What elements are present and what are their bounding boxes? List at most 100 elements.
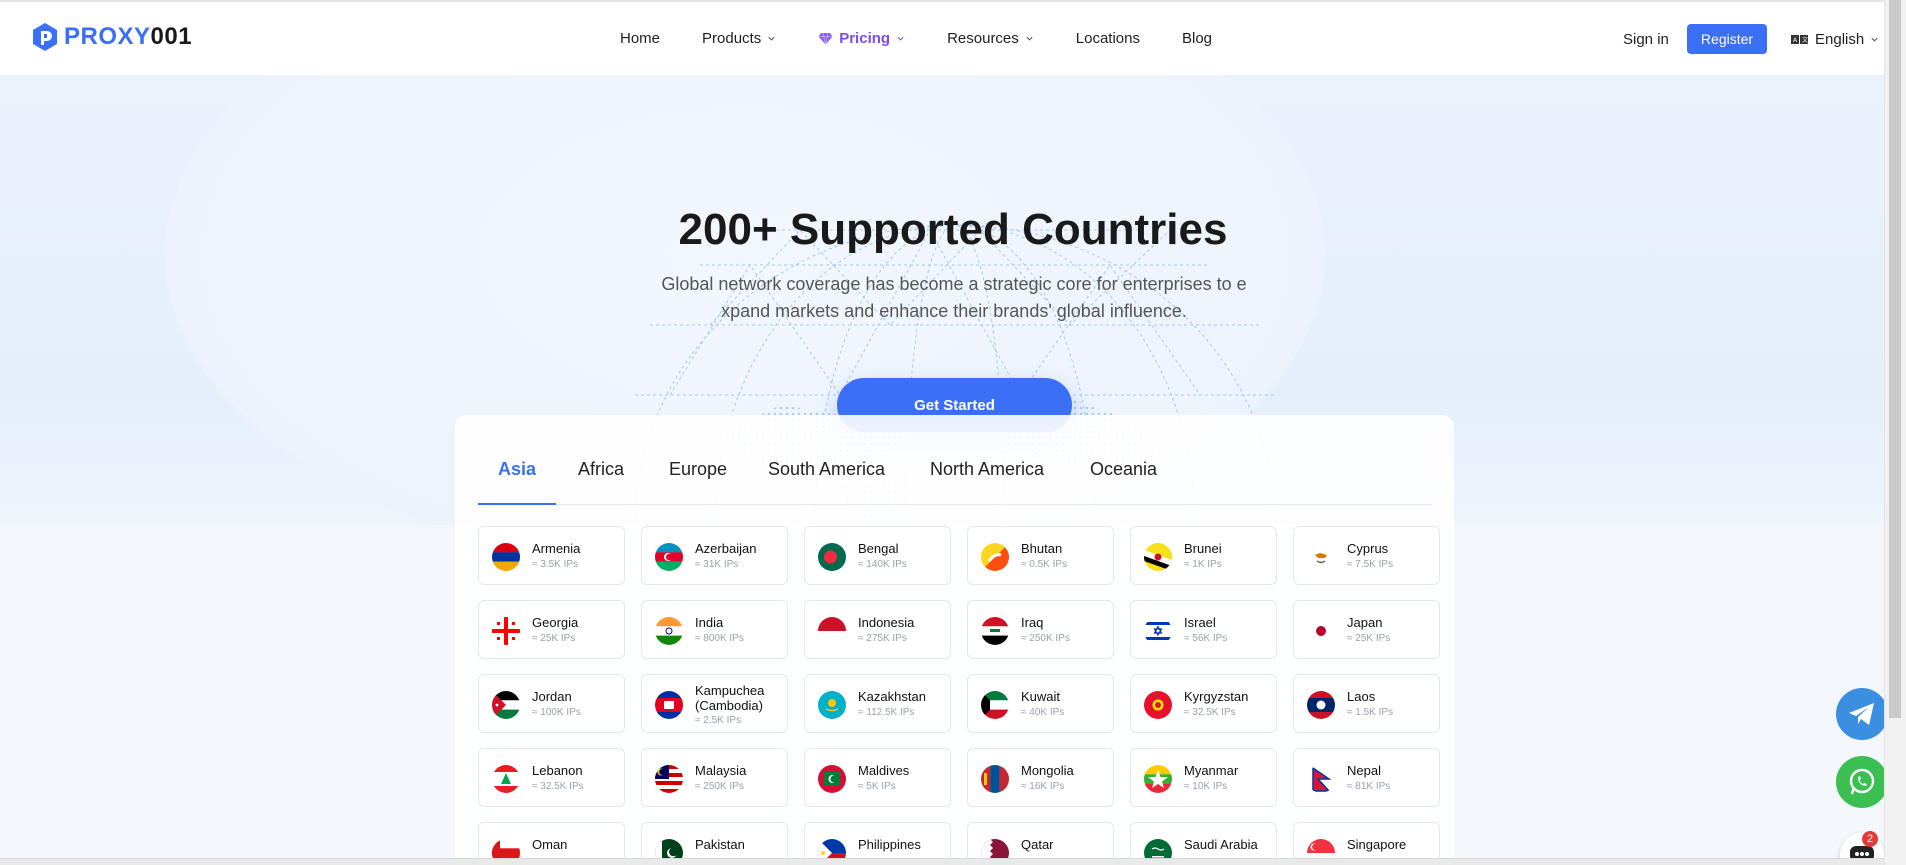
country-name: Nepal	[1347, 763, 1381, 778]
nav-pricing[interactable]: Pricing	[818, 30, 905, 47]
country-card-cyprus[interactable]: Cyprus ≈ 7.5K IPs	[1293, 526, 1440, 585]
country-card-kuwait[interactable]: Kuwait ≈ 40K IPs	[967, 674, 1114, 733]
country-card-kazakhstan[interactable]: Kazakhstan ≈ 112.5K IPs	[804, 674, 951, 733]
country-name: Philippines	[858, 837, 921, 852]
tab-asia[interactable]: Asia	[498, 459, 536, 480]
country-ip-count: ≈ 250K IPs	[1021, 633, 1070, 644]
country-name: Qatar	[1021, 837, 1054, 852]
country-ip-count: ≈ 250K IPs	[695, 781, 744, 792]
country-card-malaysia[interactable]: Malaysia ≈ 250K IPs	[641, 748, 788, 807]
country-ip-count: ≈ 3.5K IPs	[532, 559, 579, 570]
country-ip-count: ≈ 800K IPs	[695, 633, 744, 644]
malaysia-flag-icon	[655, 765, 683, 793]
country-card-azerbaijan[interactable]: Azerbaijan ≈ 31K IPs	[641, 526, 788, 585]
country-card-kyrgyzstan[interactable]: Kyrgyzstan ≈ 32.5K IPs	[1130, 674, 1277, 733]
main-nav: Home Products Pricing Resources Location…	[620, 30, 1254, 47]
country-card-laos[interactable]: Laos ≈ 1.5K IPs	[1293, 674, 1440, 733]
azerbaijan-flag-icon	[655, 543, 683, 571]
logo-icon	[33, 23, 57, 51]
tab-south-america[interactable]: South America	[768, 459, 885, 480]
country-card-mongolia[interactable]: Mongolia ≈ 16K IPs	[967, 748, 1114, 807]
lebanon-flag-icon	[492, 765, 520, 793]
whatsapp-button[interactable]	[1836, 756, 1888, 808]
country-card-jordan[interactable]: Jordan ≈ 100K IPs	[478, 674, 625, 733]
country-ip-count: ≈ 16K IPs	[1021, 781, 1065, 792]
country-card-maldives[interactable]: Maldives ≈ 5K IPs	[804, 748, 951, 807]
country-name: Mongolia	[1021, 763, 1074, 778]
country-name: Myanmar	[1184, 763, 1239, 778]
country-ip-count: ≈ 2.5K IPs	[695, 715, 742, 726]
country-name: India	[695, 615, 724, 630]
country-ip-count: ≈ 32.5K IPs	[1184, 707, 1236, 718]
brand-logo[interactable]: PROXY001	[32, 22, 192, 52]
chevron-down-icon	[1026, 36, 1033, 41]
diamond-icon	[818, 32, 833, 45]
israel-flag-icon	[1144, 617, 1172, 645]
countries-panel: Asia Africa Europe South America North A…	[455, 415, 1454, 865]
tab-europe[interactable]: Europe	[669, 459, 727, 480]
country-ip-count: ≈ 1K IPs	[1184, 559, 1222, 570]
india-flag-icon	[655, 617, 683, 645]
chevron-down-icon	[897, 36, 904, 41]
nav-blog[interactable]: Blog	[1182, 30, 1212, 47]
country-name: Malaysia	[695, 763, 747, 778]
jordan-flag-icon	[492, 691, 520, 719]
bangladesh-flag-icon	[818, 543, 846, 571]
country-name: Iraq	[1021, 615, 1044, 630]
sign-in-link[interactable]: Sign in	[1623, 31, 1669, 48]
country-name: Georgia	[532, 615, 579, 630]
country-card-bengal[interactable]: Bengal ≈ 140K IPs	[804, 526, 951, 585]
country-name: Lebanon	[532, 763, 583, 778]
country-ip-count: ≈ 112.5K IPs	[858, 707, 915, 718]
country-card-brunei[interactable]: Brunei ≈ 1K IPs	[1130, 526, 1277, 585]
country-name: Bhutan	[1021, 541, 1063, 556]
tab-north-america[interactable]: North America	[930, 459, 1044, 480]
country-card-bhutan[interactable]: Bhutan ≈ 0.5K IPs	[967, 526, 1114, 585]
cambodia-flag-icon	[655, 691, 683, 719]
tab-oceania[interactable]: Oceania	[1090, 459, 1157, 480]
nav-resources[interactable]: Resources	[947, 30, 1034, 47]
country-ip-count: ≈ 25K IPs	[1347, 633, 1391, 644]
country-card-myanmar[interactable]: Myanmar ≈ 10K IPs	[1130, 748, 1277, 807]
country-name: Japan	[1347, 615, 1383, 630]
logo-text: PROXY001	[64, 23, 193, 50]
tab-africa[interactable]: Africa	[578, 459, 624, 480]
country-card-india[interactable]: India ≈ 800K IPs	[641, 600, 788, 659]
nav-locations[interactable]: Locations	[1076, 30, 1140, 47]
country-ip-count: ≈ 32.5K IPs	[532, 781, 584, 792]
georgia-flag-icon	[492, 617, 520, 645]
language-selector[interactable]: A文 English	[1791, 31, 1879, 48]
nepal-flag-icon	[1307, 765, 1335, 793]
nav-products[interactable]: Products	[702, 30, 776, 47]
scrollbar-thumb[interactable]	[1889, 0, 1901, 718]
country-card-israel[interactable]: Israel ≈ 56K IPs	[1130, 600, 1277, 659]
page-subtitle: Global network coverage has become a str…	[661, 274, 1247, 321]
whatsapp-icon	[1849, 768, 1875, 795]
brunei-flag-icon	[1144, 543, 1172, 571]
country-name: Laos	[1347, 689, 1376, 704]
register-button[interactable]: Register	[1687, 24, 1767, 54]
country-card-indonesia[interactable]: Indonesia ≈ 275K IPs	[804, 600, 951, 659]
svg-text:文: 文	[1802, 36, 1808, 44]
chat-notification-badge: 2	[1862, 831, 1878, 847]
bhutan-flag-icon	[981, 543, 1009, 571]
country-card-iraq[interactable]: Iraq ≈ 250K IPs	[967, 600, 1114, 659]
country-name: Pakistan	[695, 837, 745, 852]
country-name: Kazakhstan	[858, 689, 926, 704]
country-ip-count: ≈ 56K IPs	[1184, 633, 1228, 644]
horizontal-scrollbar[interactable]	[0, 858, 1884, 865]
country-card-nepal[interactable]: Nepal ≈ 81K IPs	[1293, 748, 1440, 807]
country-card-lebanon[interactable]: Lebanon ≈ 32.5K IPs	[478, 748, 625, 807]
maldives-flag-icon	[818, 765, 846, 793]
country-ip-count: ≈ 5K IPs	[858, 781, 896, 792]
country-name: Saudi Arabia	[1184, 837, 1258, 852]
country-card-japan[interactable]: Japan ≈ 25K IPs	[1293, 600, 1440, 659]
telegram-button[interactable]	[1836, 688, 1888, 740]
country-ip-count: ≈ 275K IPs	[858, 633, 907, 644]
nav-home[interactable]: Home	[620, 30, 660, 47]
country-card-kampuchea-cambodia[interactable]: Kampuchea (Cambodia) ≈ 2.5K IPs	[641, 674, 788, 733]
region-tabs: Asia Africa Europe South America North A…	[478, 415, 1432, 505]
country-card-georgia[interactable]: Georgia ≈ 25K IPs	[478, 600, 625, 659]
iraq-flag-icon	[981, 617, 1009, 645]
country-card-armenia[interactable]: Armenia ≈ 3.5K IPs	[478, 526, 625, 585]
